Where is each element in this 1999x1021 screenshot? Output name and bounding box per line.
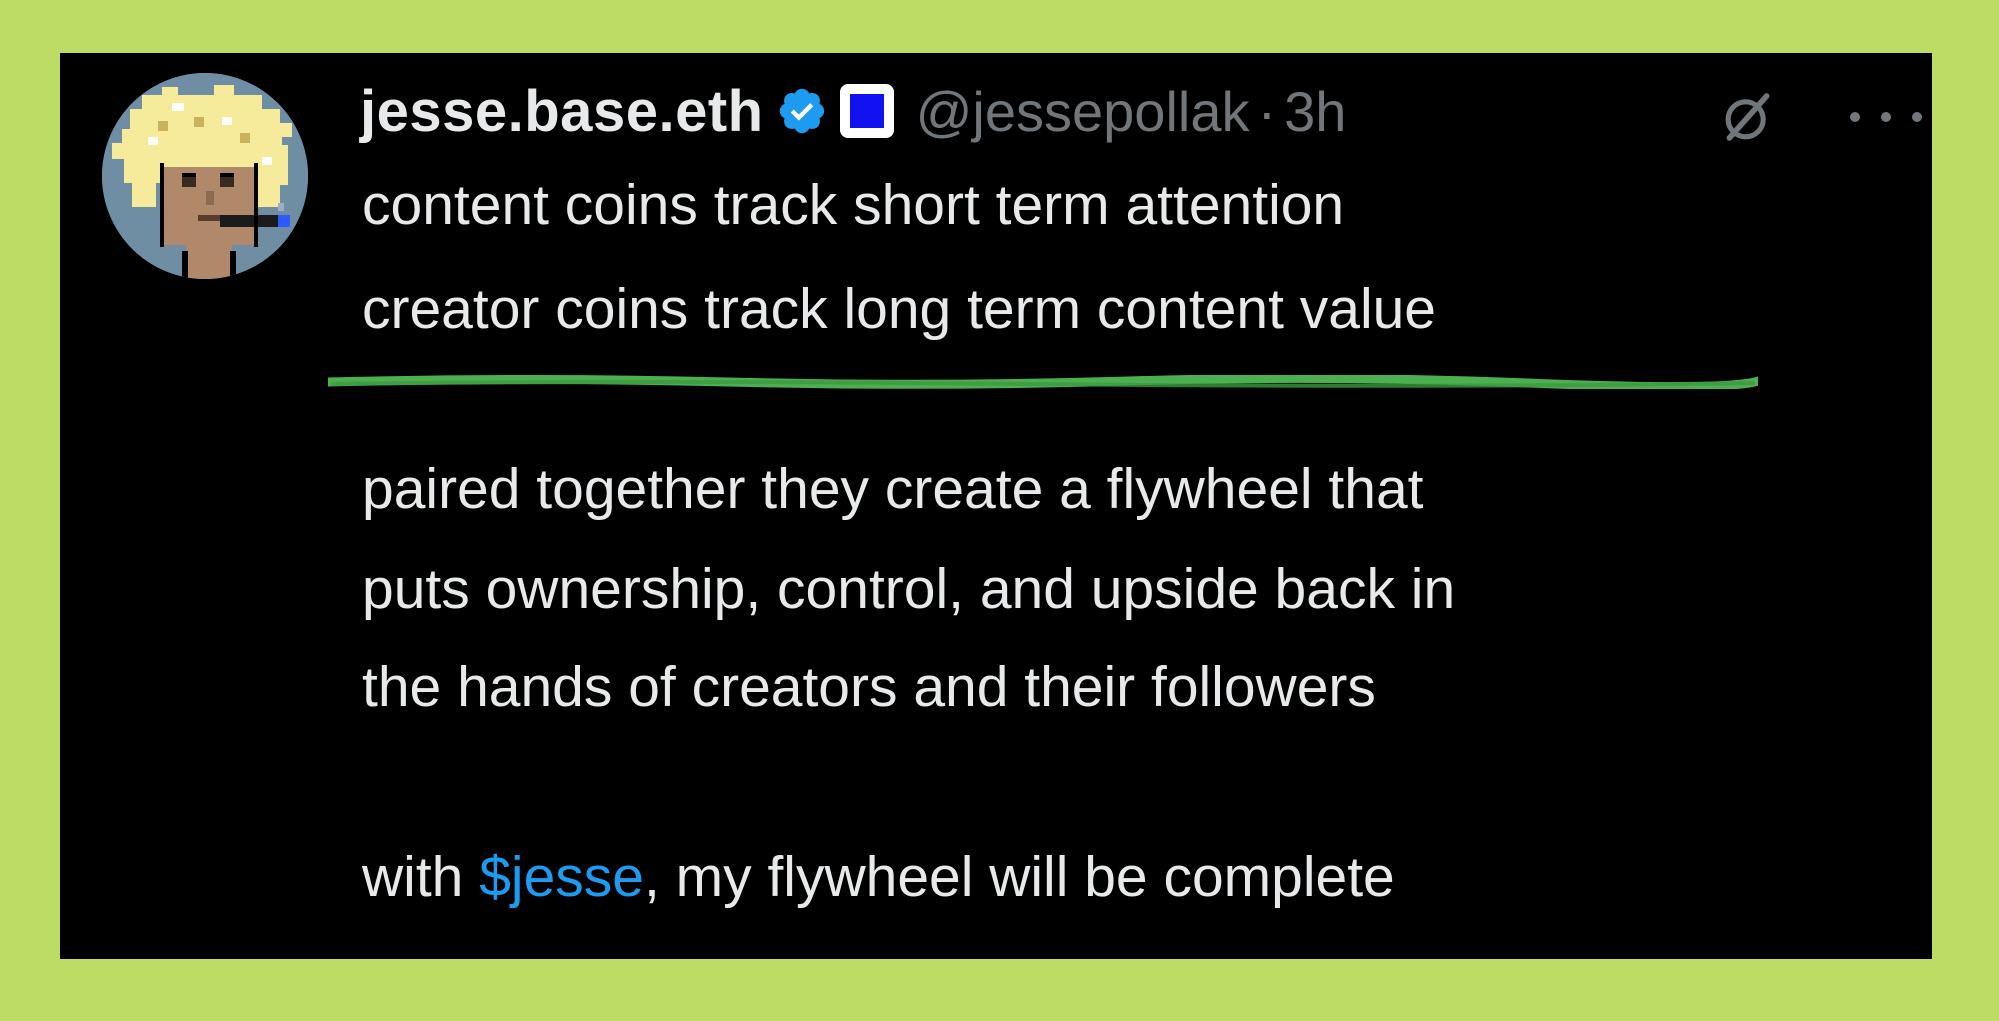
last-line-prefix: with (362, 845, 480, 909)
tweet-last-line: with $jesse, my flywheel will be complet… (362, 843, 1395, 911)
grok-icon[interactable] (1720, 89, 1776, 145)
tweet-text-line: paired together they create a flywheel t… (362, 457, 1424, 521)
user-handle[interactable]: @jessepollak (916, 79, 1250, 144)
tweet-text-line: content coins track short term attention (362, 173, 1345, 237)
separator-dot: · (1257, 79, 1277, 143)
tweet-text-line: puts ownership, control, and upside back… (362, 557, 1456, 621)
blue-square-badge-icon[interactable] (839, 84, 894, 138)
tweet-text-line: the hands of creators and their follower… (362, 655, 1376, 719)
tweet-text-line: creator coins track long term content va… (362, 277, 1437, 341)
tweet-card: jesse.base.eth @jessepollak · 3h content… (60, 53, 1932, 959)
verified-badge-icon[interactable] (776, 85, 828, 137)
more-options-icon[interactable] (1850, 89, 1922, 145)
green-highlight-underline (328, 375, 1758, 389)
pixel-art-avatar-icon (102, 73, 308, 279)
avatar[interactable] (102, 73, 308, 279)
cashtag-link[interactable]: $jesse (479, 845, 644, 909)
post-time[interactable]: 3h (1284, 79, 1346, 144)
display-name[interactable]: jesse.base.eth (360, 78, 764, 145)
tweet-header: jesse.base.eth @jessepollak · 3h (360, 71, 1346, 151)
last-line-suffix: , my flywheel will be complete (643, 845, 1395, 909)
